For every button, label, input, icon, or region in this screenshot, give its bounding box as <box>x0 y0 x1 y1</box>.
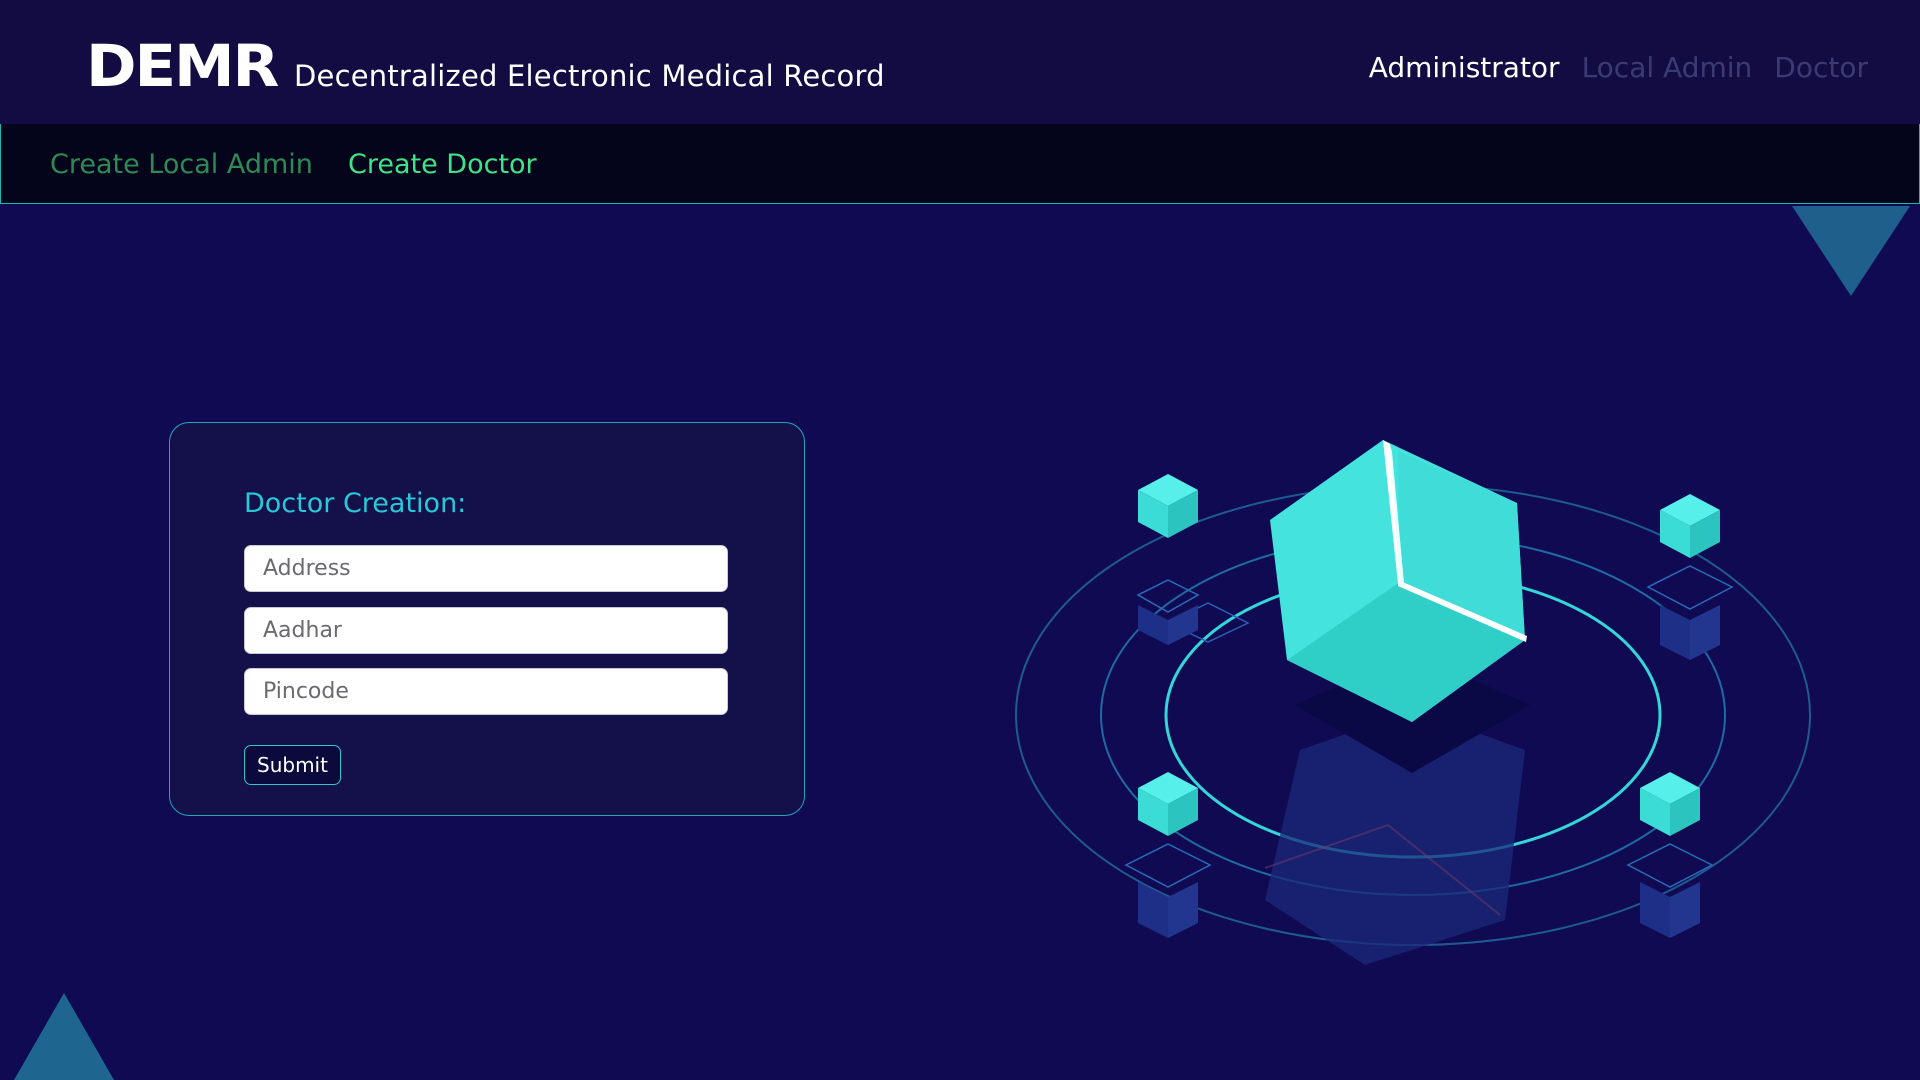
role-link-local-admin[interactable]: Local Admin <box>1582 50 1753 86</box>
triangle-decoration-icon <box>1792 206 1910 296</box>
role-nav: Administrator Local Admin Doctor <box>1369 50 1868 86</box>
app-header: DEMR Decentralized Electronic Medical Re… <box>0 0 1920 124</box>
role-link-doctor[interactable]: Doctor <box>1774 50 1868 86</box>
sub-navigation: Create Local Admin Create Doctor <box>0 124 1920 204</box>
blockchain-cube-illustration-icon <box>1015 440 1811 965</box>
aadhar-input[interactable] <box>244 607 728 654</box>
small-cube-icon <box>1626 772 1714 938</box>
small-cube-icon <box>1646 494 1734 660</box>
submit-button[interactable]: Submit <box>244 745 341 785</box>
doctor-creation-form: Doctor Creation: Submit <box>169 422 805 816</box>
triangle-decoration-icon <box>14 993 114 1080</box>
pincode-input[interactable] <box>244 668 728 715</box>
tab-create-doctor[interactable]: Create Doctor <box>348 149 537 181</box>
address-input[interactable] <box>244 545 728 592</box>
tab-create-local-admin[interactable]: Create Local Admin <box>50 149 313 181</box>
role-link-administrator[interactable]: Administrator <box>1369 50 1560 86</box>
form-title: Doctor Creation: <box>244 488 467 519</box>
app-title: Decentralized Electronic Medical Record <box>294 59 885 93</box>
demr-logo: DEMR <box>86 32 279 100</box>
small-cube-icon <box>1124 772 1212 938</box>
